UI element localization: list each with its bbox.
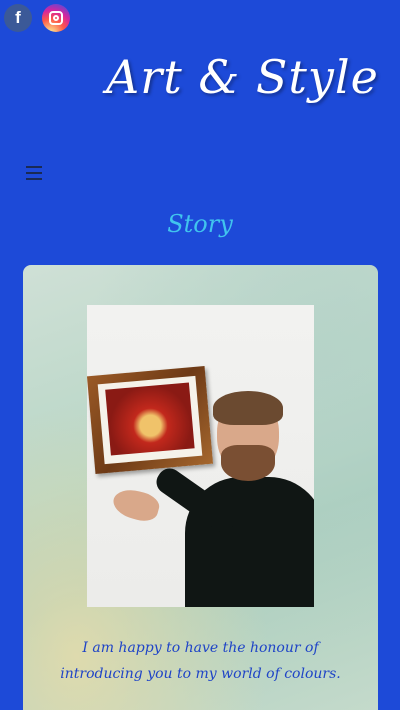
facebook-glyph: f xyxy=(15,8,21,27)
page: f Art & Style Story I am happy to have t… xyxy=(0,0,400,710)
instagram-icon[interactable] xyxy=(42,4,70,32)
caption-line-2: introducing you to my world of colours. xyxy=(60,666,341,682)
site-logo[interactable]: Art & Style xyxy=(106,50,379,104)
person-hair xyxy=(213,391,283,425)
story-caption: I am happy to have the honour of introdu… xyxy=(23,635,378,687)
person-beard xyxy=(221,445,275,481)
page-title: Story xyxy=(167,210,233,238)
story-card: I am happy to have the honour of introdu… xyxy=(23,265,378,710)
social-links: f xyxy=(4,4,70,32)
menu-bar xyxy=(26,178,42,180)
hamburger-menu-icon[interactable] xyxy=(26,166,42,180)
framed-painting xyxy=(87,366,214,474)
menu-bar xyxy=(26,166,42,168)
person-hand xyxy=(110,485,162,525)
painting-mat xyxy=(97,375,203,465)
menu-bar xyxy=(26,172,42,174)
painting-image xyxy=(105,382,195,456)
instagram-glyph xyxy=(49,11,63,25)
artist-photo xyxy=(87,305,314,607)
caption-line-1: I am happy to have the honour of xyxy=(82,640,319,656)
facebook-icon[interactable]: f xyxy=(4,4,32,32)
